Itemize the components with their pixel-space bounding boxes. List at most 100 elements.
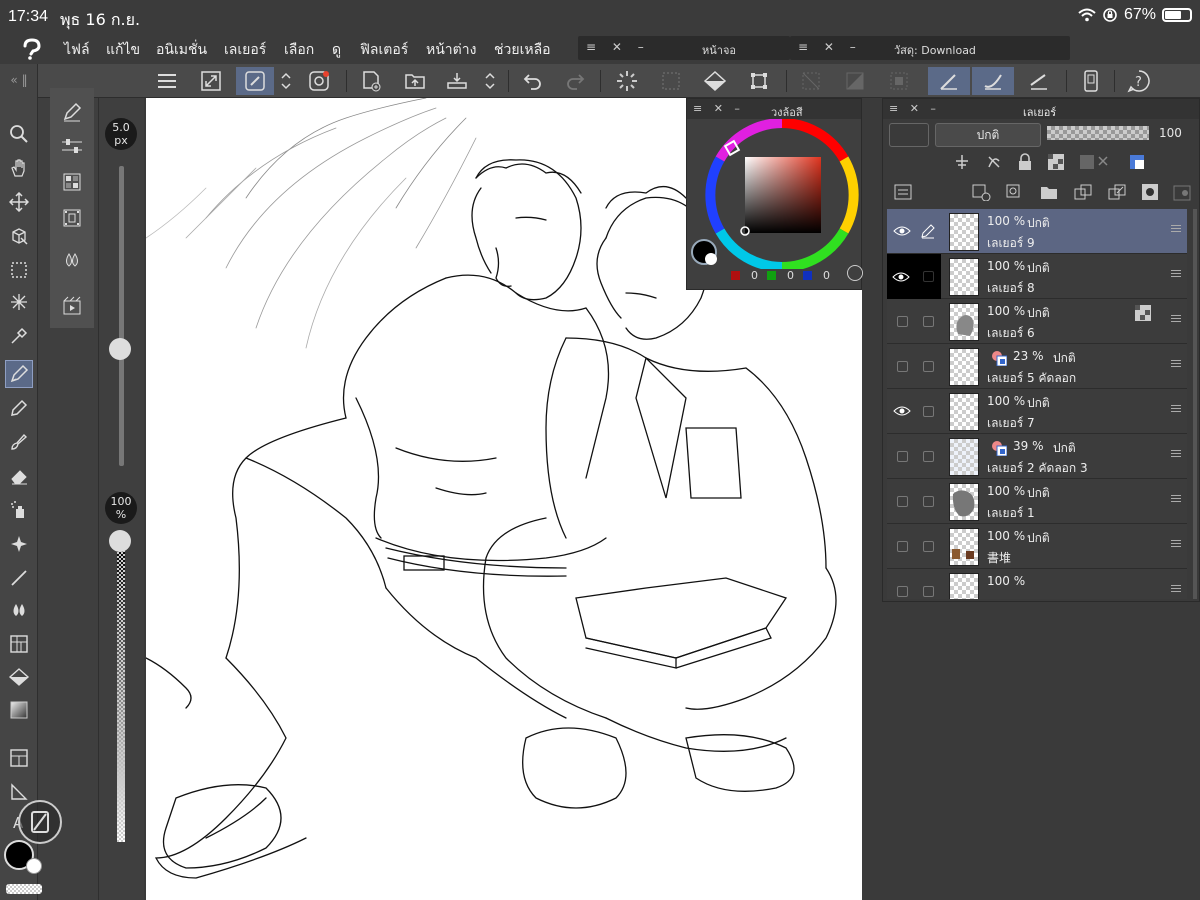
sparkle-icon[interactable] xyxy=(5,530,33,558)
visibility-checkbox[interactable] xyxy=(891,491,913,511)
layer-menu-icon[interactable] xyxy=(893,183,913,201)
move-icon[interactable] xyxy=(5,188,33,216)
pen-tool-icon[interactable] xyxy=(5,360,33,388)
layer-row[interactable]: 39 % ปกติ เลเยอร์ 2 คัดลอก 3 xyxy=(887,434,1187,479)
panel-controls-icon[interactable]: ≡ ✕ – xyxy=(798,40,862,54)
panel-controls-icon[interactable]: ≡ ✕ – xyxy=(693,102,744,115)
object-icon[interactable] xyxy=(5,222,33,250)
brush-size-slider-thumb[interactable] xyxy=(109,338,131,360)
blend-mode-select[interactable]: ปกติ xyxy=(935,123,1041,147)
layer-lock-checkbox[interactable] xyxy=(917,446,939,466)
red-value[interactable]: 0 xyxy=(751,269,758,282)
eyedropper-icon[interactable] xyxy=(5,322,33,350)
hamburger-icon[interactable] xyxy=(1171,313,1181,324)
clip-icon[interactable] xyxy=(953,153,971,171)
lock-icon[interactable] xyxy=(1017,153,1033,171)
layer-row[interactable]: 23 % ปกติ เลเยอร์ 5 คัดลอก xyxy=(887,344,1187,389)
auto-select-icon[interactable] xyxy=(5,288,33,316)
reference-layer-icon[interactable] xyxy=(985,153,1003,171)
gradient-icon[interactable] xyxy=(5,696,33,724)
menu-layer[interactable]: เลเยอร์ xyxy=(224,39,266,61)
apply-mask-icon[interactable] xyxy=(1173,183,1191,201)
collapse-panel-icon[interactable]: « ‖ xyxy=(5,66,33,94)
layer-row[interactable]: 100 % ปกติ เลเยอร์ 7 xyxy=(887,389,1187,434)
mask-icon[interactable] xyxy=(1141,183,1159,201)
color-mode-icon[interactable] xyxy=(1129,153,1165,171)
save-icon[interactable] xyxy=(442,67,472,95)
combine-icon[interactable] xyxy=(1107,183,1127,201)
layer-row[interactable]: 100 % ปกติ เลเยอร์ 6 xyxy=(887,299,1187,344)
mask-toggle-icon[interactable] xyxy=(1079,153,1115,171)
color-set-icon[interactable] xyxy=(58,168,86,196)
brush-size-slider-track[interactable] xyxy=(119,166,124,466)
opacity-slider-track[interactable] xyxy=(117,542,125,842)
mix-color-icon[interactable] xyxy=(58,246,86,274)
layer-lock-checkbox[interactable] xyxy=(917,356,939,376)
animation-icon[interactable] xyxy=(58,292,86,320)
layer-row[interactable]: 100 % ปกติ เลเยอร์ 1 xyxy=(887,479,1187,524)
visibility-checkbox[interactable] xyxy=(891,581,913,599)
blend-icon[interactable] xyxy=(5,596,33,624)
hamburger-icon[interactable] xyxy=(1171,358,1181,369)
opacity-slider[interactable] xyxy=(1047,126,1149,140)
menu-animation[interactable]: อนิเมชั่น xyxy=(156,39,207,61)
visibility-checkbox[interactable] xyxy=(891,536,913,556)
tool-property-icon[interactable] xyxy=(58,132,86,160)
new-canvas-icon[interactable] xyxy=(356,67,386,95)
opacity-slider-thumb[interactable] xyxy=(109,530,131,552)
stepper-icon[interactable] xyxy=(276,67,296,95)
sub-color-swatch[interactable] xyxy=(26,858,42,874)
hamburger-icon[interactable] xyxy=(1171,493,1181,504)
floating-panel-material[interactable]: ≡ ✕ – วัสดุ: Download xyxy=(790,36,1070,60)
redo-icon[interactable] xyxy=(560,67,590,95)
floating-panel-navigator[interactable]: ≡ ✕ – หน้าจอ xyxy=(578,36,790,60)
transfer-down-icon[interactable] xyxy=(1073,183,1093,201)
menu-file[interactable]: ไฟล์ xyxy=(64,39,90,61)
deselect-icon[interactable] xyxy=(796,67,826,95)
sub-color-mini[interactable] xyxy=(705,253,717,265)
layer-lock-checkbox[interactable] xyxy=(917,581,939,599)
color-history-icon[interactable] xyxy=(847,265,863,281)
layer-lock-checkbox[interactable] xyxy=(917,401,939,421)
layer-row[interactable]: 100 % xyxy=(887,569,1187,599)
menu-view[interactable]: ดู xyxy=(332,39,341,61)
timeline-icon[interactable] xyxy=(58,204,86,232)
layer-lock-cell[interactable] xyxy=(915,254,941,299)
hamburger-icon[interactable] xyxy=(1171,268,1181,279)
lock-transparency-icon[interactable] xyxy=(1047,153,1065,171)
eye-icon[interactable] xyxy=(891,401,913,421)
blue-value[interactable]: 0 xyxy=(823,269,830,282)
ruler-snap-icon[interactable] xyxy=(928,67,970,95)
new-vector-layer-icon[interactable] xyxy=(1005,183,1025,201)
hamburger-icon[interactable] xyxy=(1171,538,1181,549)
quick-access-icon[interactable] xyxy=(236,67,274,95)
loading-icon[interactable] xyxy=(612,67,642,95)
pencil-icon[interactable] xyxy=(917,221,939,241)
smartphone-icon[interactable] xyxy=(1076,67,1106,95)
invert-selection-icon[interactable] xyxy=(840,67,870,95)
selection-icon[interactable] xyxy=(5,256,33,284)
brush-icon[interactable] xyxy=(5,428,33,456)
menu-window[interactable]: หน้าต่าง xyxy=(426,39,476,61)
layer-row[interactable]: 100 % ปกติ เลเยอร์ 9 xyxy=(887,209,1187,254)
frame-tool-icon[interactable] xyxy=(5,744,33,772)
menu-help[interactable]: ช่วยเหลือ xyxy=(494,39,551,61)
green-value[interactable]: 0 xyxy=(787,269,794,282)
open-folder-icon[interactable] xyxy=(400,67,430,95)
layer-lock-checkbox[interactable] xyxy=(917,536,939,556)
menu-edit[interactable]: แก้ไข xyxy=(106,39,140,61)
eye-icon[interactable] xyxy=(887,254,915,299)
help-icon[interactable]: ? xyxy=(1124,67,1154,95)
menu-filter[interactable]: ฟิลเตอร์ xyxy=(360,39,408,61)
hamburger-icon[interactable] xyxy=(1171,223,1181,234)
pencil-icon[interactable] xyxy=(5,394,33,422)
layer-lock-checkbox[interactable] xyxy=(917,311,939,331)
clear-icon[interactable] xyxy=(884,67,914,95)
hand-icon[interactable] xyxy=(5,154,33,182)
fill-icon[interactable] xyxy=(700,67,730,95)
layer-scrollbar[interactable] xyxy=(1193,209,1197,599)
fill-bucket-icon[interactable] xyxy=(5,664,33,692)
visibility-checkbox[interactable] xyxy=(891,446,913,466)
visibility-checkbox[interactable] xyxy=(891,311,913,331)
frame-border-icon[interactable] xyxy=(5,630,33,658)
